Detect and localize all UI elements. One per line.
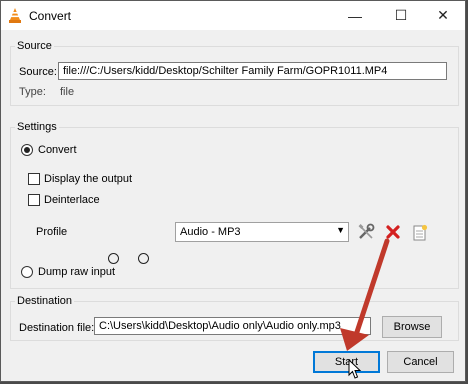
annotation-arrow — [340, 238, 390, 351]
mouse-cursor-icon — [348, 359, 362, 379]
convert-dialog: Convert — ☐ ✕ Source Source: file:///C:/… — [0, 0, 466, 382]
annotation-arrow-head — [340, 328, 369, 351]
annotation-arrow-shaft — [352, 238, 390, 341]
